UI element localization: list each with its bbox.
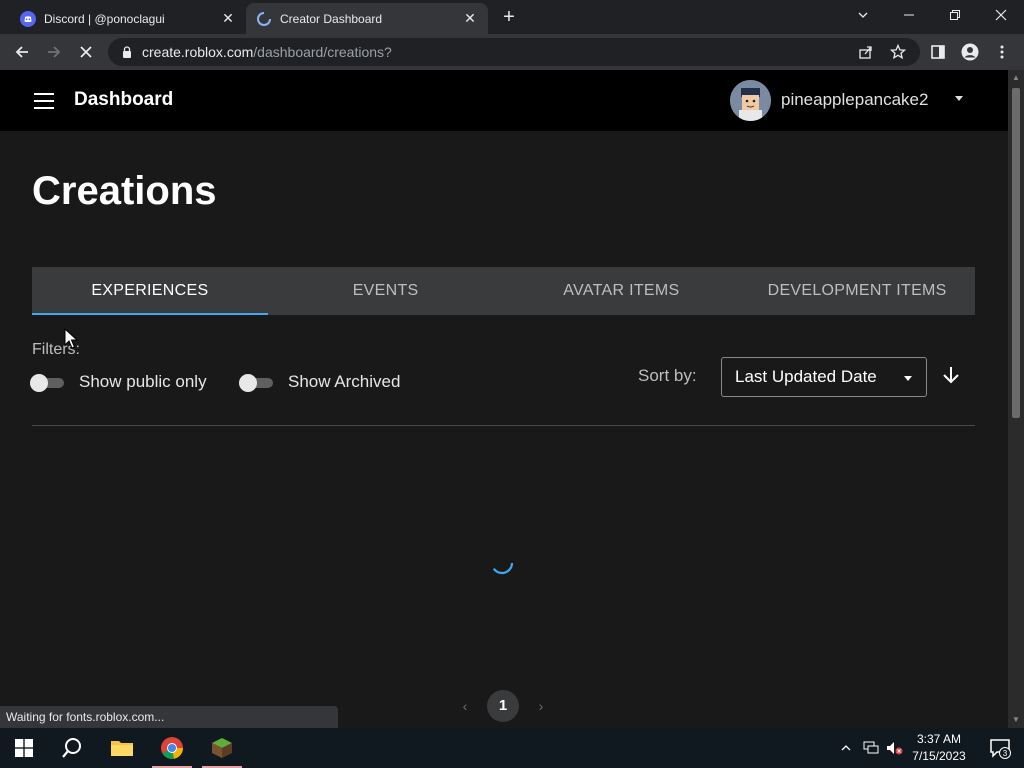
close-icon bbox=[80, 46, 92, 58]
folder-icon bbox=[111, 741, 133, 756]
clock-date: 7/15/2023 bbox=[912, 749, 966, 763]
start-button[interactable] bbox=[0, 728, 48, 768]
stop-loading-button[interactable] bbox=[72, 38, 100, 66]
side-panel-button[interactable] bbox=[924, 38, 952, 66]
sort-value: Last Updated Date bbox=[735, 367, 877, 386]
close-tab-icon[interactable]: ✕ bbox=[220, 10, 236, 27]
tab-search-icon[interactable] bbox=[840, 0, 886, 30]
volume-muted-icon[interactable] bbox=[884, 728, 906, 768]
pagination: ‹ 1 › bbox=[455, 690, 555, 722]
more-vert-icon bbox=[1000, 45, 1004, 59]
chevron-right-icon[interactable]: › bbox=[533, 698, 549, 714]
url-host: create.roblox.com bbox=[142, 44, 254, 60]
sort-direction-button[interactable] bbox=[940, 364, 962, 386]
app-header: Dashboard pineapplepancake2 bbox=[0, 70, 1008, 131]
page-content: Dashboard pineapplepancake2 Creations EX… bbox=[0, 70, 1008, 728]
minimize-button[interactable] bbox=[886, 0, 932, 30]
chevron-left-icon[interactable]: ‹ bbox=[457, 698, 473, 714]
scroll-down-icon[interactable]: ▼ bbox=[1008, 712, 1024, 728]
creations-tabs: EXPERIENCES EVENTS AVATAR ITEMS DEVELOPM… bbox=[32, 267, 975, 315]
avatar[interactable] bbox=[730, 80, 771, 121]
menu-icon[interactable] bbox=[34, 93, 54, 109]
browser-tab-discord[interactable]: Discord | @ponoclagui ✕ bbox=[10, 3, 246, 34]
arrow-right-icon bbox=[48, 46, 61, 58]
show-archived-label: Show Archived bbox=[288, 372, 401, 391]
show-archived-toggle[interactable] bbox=[239, 373, 275, 392]
address-bar[interactable]: create.roblox.com/dashboard/creations? bbox=[108, 38, 920, 66]
new-tab-button[interactable]: + bbox=[498, 6, 520, 28]
show-public-only-toggle[interactable] bbox=[30, 373, 66, 392]
url-text: create.roblox.com/dashboard/creations? bbox=[142, 44, 392, 60]
sort-label: Sort by: bbox=[638, 366, 697, 385]
network-icon[interactable] bbox=[860, 728, 882, 768]
caret-down-icon bbox=[904, 376, 912, 381]
notification-count: 3 bbox=[1003, 749, 1008, 758]
taskbar: 3:37 AM 7/15/2023 3 bbox=[0, 728, 1024, 768]
browser-tab-creator-dashboard[interactable]: Creator Dashboard ✕ bbox=[246, 3, 488, 34]
chevron-up-icon[interactable] bbox=[836, 728, 856, 768]
notifications-button[interactable]: 3 bbox=[980, 728, 1020, 768]
browser-toolbar: create.roblox.com/dashboard/creations? bbox=[0, 34, 1024, 70]
chrome-icon bbox=[161, 737, 183, 759]
system-clock[interactable]: 3:37 AM 7/15/2023 bbox=[906, 731, 972, 765]
chrome-menu-button[interactable] bbox=[988, 38, 1016, 66]
share-icon bbox=[859, 46, 872, 59]
url-path: /dashboard/creations? bbox=[253, 44, 392, 60]
discord-icon bbox=[20, 10, 36, 27]
side-panel-icon bbox=[931, 45, 945, 59]
loading-spinner-icon bbox=[257, 11, 271, 26]
scroll-up-icon[interactable]: ▲ bbox=[1008, 70, 1024, 86]
notification-icon: 3 bbox=[990, 739, 1011, 759]
bookmark-button[interactable] bbox=[884, 38, 912, 66]
show-public-only-label: Show public only bbox=[79, 372, 207, 391]
loading-spinner-icon bbox=[490, 562, 514, 575]
page-number-current[interactable]: 1 bbox=[487, 690, 519, 722]
forward-button[interactable] bbox=[40, 38, 68, 66]
star-icon bbox=[890, 44, 906, 60]
share-button[interactable] bbox=[852, 38, 880, 66]
app-title: Dashboard bbox=[74, 89, 174, 110]
windows-icon bbox=[15, 739, 33, 757]
grass-block-icon bbox=[212, 738, 232, 758]
tab-avatar-items[interactable]: AVATAR ITEMS bbox=[504, 267, 740, 315]
person-icon bbox=[961, 43, 979, 61]
restore-button[interactable] bbox=[932, 0, 978, 30]
search-button[interactable] bbox=[48, 728, 96, 768]
status-bar: Waiting for fonts.roblox.com... bbox=[0, 706, 338, 728]
tab-experiences[interactable]: EXPERIENCES bbox=[32, 267, 268, 315]
minecraft-taskbar-button[interactable] bbox=[198, 728, 246, 768]
scrollbar-thumb[interactable] bbox=[1012, 88, 1020, 418]
tab-title: Discord | @ponoclagui bbox=[44, 11, 165, 26]
lock-icon bbox=[123, 46, 131, 58]
page-title: Creations bbox=[32, 169, 217, 213]
search-icon bbox=[62, 738, 81, 758]
chrome-taskbar-button[interactable] bbox=[148, 728, 196, 768]
username[interactable]: pineapplepancake2 bbox=[781, 90, 928, 110]
sort-dropdown[interactable]: Last Updated Date bbox=[721, 357, 927, 397]
arrow-left-icon bbox=[15, 46, 28, 58]
close-tab-icon[interactable]: ✕ bbox=[462, 10, 478, 27]
page-scrollbar[interactable]: ▲ ▼ bbox=[1008, 70, 1024, 728]
file-explorer-button[interactable] bbox=[98, 728, 146, 768]
tab-title: Creator Dashboard bbox=[280, 11, 383, 26]
clock-time: 3:37 AM bbox=[916, 732, 962, 746]
caret-down-icon[interactable] bbox=[955, 96, 963, 101]
tab-events[interactable]: EVENTS bbox=[268, 267, 504, 315]
mouse-cursor-icon bbox=[64, 328, 78, 349]
profile-button[interactable] bbox=[956, 38, 984, 66]
back-button[interactable] bbox=[8, 38, 36, 66]
close-window-button[interactable] bbox=[978, 0, 1024, 30]
tab-development-items[interactable]: DEVELOPMENT ITEMS bbox=[739, 267, 975, 315]
browser-tab-strip: Discord | @ponoclagui ✕ Creator Dashboar… bbox=[0, 0, 1024, 34]
divider bbox=[32, 425, 975, 426]
arrow-down-icon bbox=[943, 367, 959, 384]
